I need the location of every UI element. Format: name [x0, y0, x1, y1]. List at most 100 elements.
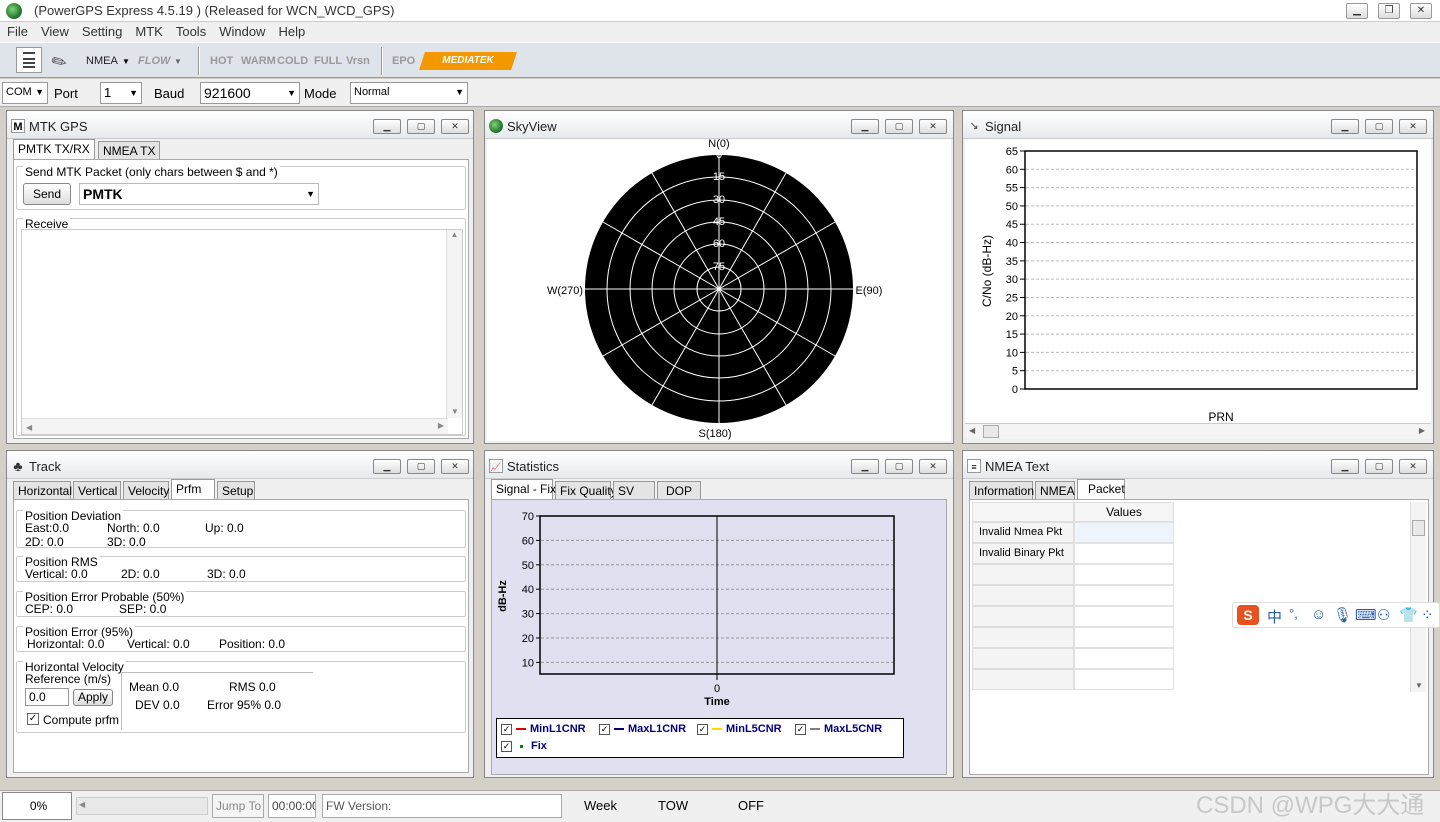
full-start-button[interactable]: FULL	[314, 49, 342, 73]
epo-button[interactable]: EPO	[392, 49, 415, 73]
baud-select[interactable]: 921600 ▼	[200, 82, 300, 104]
panel-maximize-button[interactable]: ▢	[885, 459, 913, 474]
legend-item[interactable]: ✓ MinL1CNR	[501, 723, 586, 735]
document-icon[interactable]	[16, 47, 42, 73]
panel-minimize-button[interactable]: ▁	[373, 119, 401, 134]
panel-maximize-button[interactable]: ▢	[1365, 119, 1393, 134]
menu-window[interactable]: Window	[212, 22, 271, 39]
signal-horizontal-scrollbar[interactable]: ◀ ▶	[965, 423, 1431, 439]
panel-maximize-button[interactable]: ▢	[885, 119, 913, 134]
legend-checkbox[interactable]: ✓	[501, 740, 512, 752]
tab-packet[interactable]: Packet	[1077, 479, 1125, 500]
close-button[interactable]: ✕	[1410, 3, 1432, 19]
com-select[interactable]: COM ▼	[2, 82, 48, 104]
grid-value-cell[interactable]	[1074, 627, 1174, 648]
panel-maximize-button[interactable]: ▢	[407, 119, 435, 134]
menu-mtk[interactable]: MTK	[128, 22, 168, 39]
panel-minimize-button[interactable]: ▁	[373, 459, 401, 474]
shirt-icon[interactable]: 👕	[1399, 606, 1418, 624]
timeline-slider[interactable]: ◀	[76, 797, 208, 815]
grid-icon[interactable]: ⁘	[1421, 606, 1434, 624]
cold-start-button[interactable]: COLD	[277, 49, 308, 73]
receive-textarea[interactable]: ▲ ▼ ◀ ▶	[21, 229, 463, 435]
tab-dop[interactable]: DOP	[657, 481, 701, 500]
mode-select[interactable]: Normal ▼	[350, 82, 468, 104]
panel-minimize-button[interactable]: ▁	[851, 459, 879, 474]
tab-nmea-tx[interactable]: NMEA TX	[98, 141, 161, 160]
panel-close-button[interactable]: ✕	[919, 119, 947, 134]
flow-button[interactable]: FLOW	[138, 49, 170, 73]
restore-button[interactable]: ❐	[1378, 3, 1400, 19]
chevron-down-icon[interactable]: ▼	[174, 57, 182, 66]
panel-close-button[interactable]: ✕	[441, 119, 469, 134]
minimize-button[interactable]: ▁	[1346, 3, 1368, 19]
menu-tools[interactable]: Tools	[169, 22, 212, 39]
tab-vertical[interactable]: Vertical	[73, 481, 121, 500]
time-input[interactable]: 00:00:00	[268, 794, 316, 818]
legend-checkbox[interactable]: ✓	[501, 723, 512, 735]
toolbar-divider	[198, 47, 200, 75]
tab-nmea[interactable]: NMEA	[1035, 481, 1075, 500]
keyboard-icon[interactable]: ⌨	[1355, 606, 1377, 624]
menu-view[interactable]: View	[34, 22, 75, 39]
nmea-button[interactable]: NMEA	[86, 49, 118, 73]
tab-signal-fix[interactable]: Signal - Fix	[491, 479, 556, 500]
legend-checkbox[interactable]: ✓	[599, 723, 610, 735]
menu-help[interactable]: Help	[271, 22, 311, 39]
version-button[interactable]: Vrsn	[346, 49, 370, 73]
tab-fix-quality[interactable]: Fix Quality	[555, 481, 617, 500]
panel-minimize-button[interactable]: ▁	[851, 119, 879, 134]
tab-sv[interactable]: SV	[613, 481, 655, 500]
legend-item[interactable]: ✓ MinL5CNR	[697, 723, 782, 735]
menu-setting[interactable]: Setting	[75, 22, 128, 39]
grid-value-cell[interactable]	[1074, 564, 1174, 585]
panel-maximize-button[interactable]: ▢	[1365, 459, 1393, 474]
ime-lang-toggle[interactable]: 中	[1267, 606, 1282, 627]
grid-value-cell[interactable]	[1074, 585, 1174, 606]
compute-prfm-checkbox[interactable]: ✓	[27, 713, 39, 725]
microphone-icon[interactable]: 🎙	[1333, 606, 1352, 624]
user-icon[interactable]: ⚇	[1377, 606, 1390, 624]
grid-value-cell[interactable]	[1074, 543, 1174, 564]
grid-value-cell[interactable]	[1074, 669, 1174, 690]
legend-checkbox[interactable]: ✓	[795, 723, 806, 735]
satellite-icon[interactable]: ✎	[48, 44, 83, 78]
legend-item[interactable]: ✓ Fix	[501, 740, 547, 752]
warm-start-button[interactable]: WARM	[241, 49, 276, 73]
jump-to-button[interactable]: Jump To	[212, 794, 264, 818]
legend-item[interactable]: ✓ MaxL1CNR	[599, 723, 686, 735]
tab-velocity[interactable]: Velocity	[123, 481, 169, 500]
vertical-scrollbar[interactable]: ▲ ▼	[446, 230, 462, 418]
ime-punct-toggle[interactable]: °,	[1289, 606, 1298, 621]
tab-horizontal[interactable]: Horizontal	[13, 481, 72, 500]
send-button[interactable]: Send	[23, 183, 71, 205]
grid-value-cell[interactable]	[1074, 606, 1174, 627]
rms-value: RMS 0.0	[229, 680, 276, 694]
panel-maximize-button[interactable]: ▢	[407, 459, 435, 474]
tab-setup[interactable]: Setup	[217, 481, 255, 500]
panel-close-button[interactable]: ✕	[441, 459, 469, 474]
panel-minimize-button[interactable]: ▁	[1331, 119, 1359, 134]
smiley-icon[interactable]: ☺	[1311, 606, 1326, 623]
legend-item[interactable]: ✓ MaxL5CNR	[795, 723, 882, 735]
legend-checkbox[interactable]: ✓	[697, 723, 708, 735]
reference-input[interactable]: 0.0	[25, 688, 69, 706]
grid-value-cell[interactable]	[1074, 648, 1174, 669]
panel-minimize-button[interactable]: ▁	[1331, 459, 1359, 474]
panel-close-button[interactable]: ✕	[919, 459, 947, 474]
grid-value-cell[interactable]	[1074, 522, 1174, 543]
packet-input[interactable]: PMTK ▼	[79, 183, 319, 205]
panel-close-button[interactable]: ✕	[1399, 119, 1427, 134]
menu-file[interactable]: File	[0, 22, 34, 39]
sogou-icon[interactable]: S	[1237, 605, 1259, 625]
tab-pmtk-txrx[interactable]: PMTK TX/RX	[13, 139, 95, 160]
tab-information[interactable]: Information	[969, 481, 1034, 500]
panel-close-button[interactable]: ✕	[1399, 459, 1427, 474]
port-select[interactable]: 1 ▼	[100, 82, 142, 104]
hot-start-button[interactable]: HOT	[210, 49, 233, 73]
grid-vertical-scrollbar[interactable]: ▼	[1410, 502, 1426, 692]
chevron-down-icon[interactable]: ▼	[122, 57, 130, 66]
horizontal-scrollbar[interactable]: ◀ ▶	[22, 418, 448, 434]
apply-button[interactable]: Apply	[73, 689, 113, 706]
tab-prfm[interactable]: Prfm	[171, 479, 215, 500]
